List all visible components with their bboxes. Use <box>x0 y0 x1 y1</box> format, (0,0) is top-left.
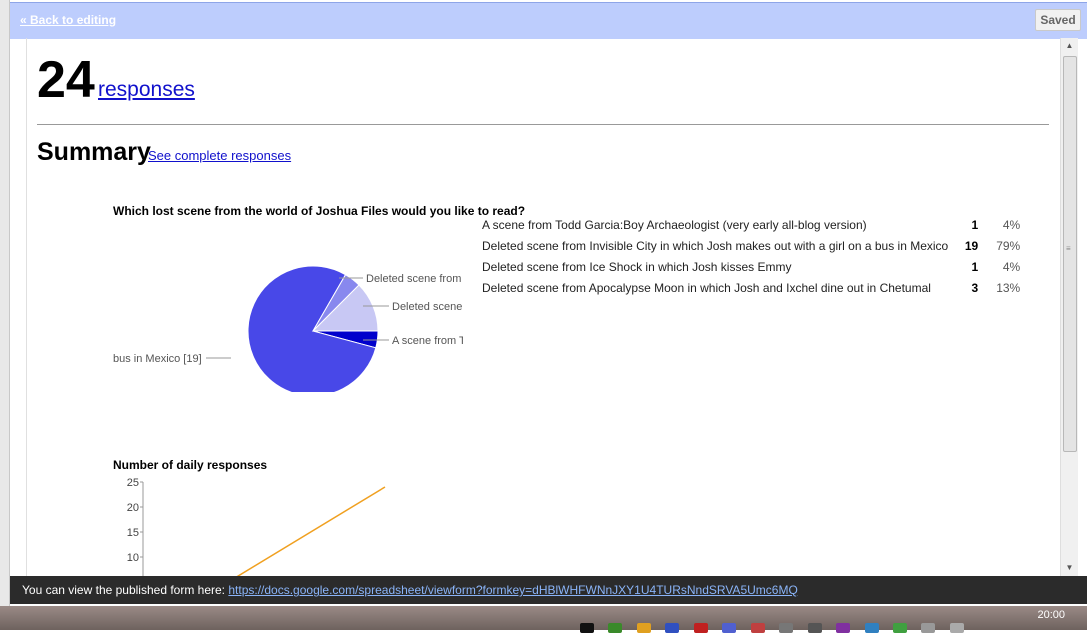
tray-icons <box>580 620 974 633</box>
tray-app-icon[interactable] <box>892 623 907 633</box>
answer-percent: 79% <box>996 239 1021 253</box>
responses-link[interactable]: responses <box>98 78 195 102</box>
published-form-bar: You can view the published form here: ht… <box>10 576 1087 604</box>
table-row: Deleted scene from Apocalypse Moon in wh… <box>482 281 1020 302</box>
tray-app-icon[interactable] <box>580 623 594 633</box>
answer-percent: 13% <box>996 281 1021 295</box>
pie-chart: Deleted scene from Deleted scene from A … <box>113 265 463 392</box>
grip-icon: ≡ <box>1066 244 1071 253</box>
y-tick-label: 10 <box>127 552 139 564</box>
answer-count: 19 <box>964 239 979 253</box>
scroll-down-arrow-icon[interactable]: ▼ <box>1061 560 1078 576</box>
taskbar: 20:00 <box>0 606 1087 633</box>
window-left-edge <box>0 0 10 630</box>
table-row: A scene from Todd Garcia:Boy Archaeologi… <box>482 218 1020 239</box>
answer-label: Deleted scene from Invisible City in whi… <box>482 239 949 253</box>
see-complete-responses-link[interactable]: See complete responses <box>148 148 291 163</box>
tray-app-icon[interactable] <box>864 623 879 633</box>
back-to-editing-link[interactable]: « Back to editing <box>20 13 116 27</box>
scroll-up-arrow-icon[interactable]: ▲ <box>1061 38 1078 54</box>
tray-app-icon[interactable] <box>836 623 851 633</box>
tray-app-icon[interactable] <box>779 623 794 633</box>
table-row: Deleted scene from Ice Shock in which Jo… <box>482 260 1020 281</box>
answer-label: Deleted scene from Apocalypse Moon in wh… <box>482 281 931 295</box>
pie-label: A scene from Todd <box>392 335 463 347</box>
y-tick-label: 20 <box>127 502 139 514</box>
tray-app-icon[interactable] <box>921 623 936 633</box>
tray-app-icon[interactable] <box>722 623 737 633</box>
top-bar: « Back to editing Saved <box>10 2 1087 39</box>
tray-app-icon[interactable] <box>665 623 680 633</box>
answer-count: 3 <box>971 281 979 295</box>
summary-panel: 24 responses Summary See complete respon… <box>26 38 1061 576</box>
response-count: 24 <box>37 51 95 109</box>
saved-button[interactable]: Saved <box>1035 9 1081 31</box>
published-form-text: You can view the published form here: <box>22 583 226 597</box>
tray-app-icon[interactable] <box>949 623 964 633</box>
clock: 20:00 <box>1037 609 1065 621</box>
tray-app-icon[interactable] <box>608 623 623 633</box>
published-form-link[interactable]: https://docs.google.com/spreadsheet/view… <box>228 583 797 597</box>
series-line <box>236 486 386 576</box>
pie-label: bus in Mexico [19] <box>113 353 202 365</box>
tray-app-icon[interactable] <box>693 623 708 633</box>
summary-title: Summary <box>37 138 151 166</box>
scroll-thumb[interactable]: ≡ <box>1063 56 1077 452</box>
answer-label: Deleted scene from Ice Shock in which Jo… <box>482 260 792 274</box>
answer-count: 1 <box>971 260 979 274</box>
answers-table: A scene from Todd Garcia:Boy Archaeologi… <box>482 218 1020 302</box>
tray-app-icon[interactable] <box>636 623 651 633</box>
y-tick-label: 25 <box>127 477 139 489</box>
y-tick-label: 15 <box>127 527 139 539</box>
answer-percent: 4% <box>1002 260 1021 274</box>
tray-app-icon[interactable] <box>807 623 822 633</box>
answer-percent: 4% <box>1002 218 1021 232</box>
answer-count: 1 <box>971 218 979 232</box>
pie-label: Deleted scene from <box>366 273 461 285</box>
daily-responses-chart: 252015105 <box>127 477 386 576</box>
vertical-scrollbar[interactable]: ▲ ≡ ▼ <box>1060 38 1078 576</box>
tray-app-icon[interactable] <box>750 623 765 633</box>
table-row: Deleted scene from Invisible City in whi… <box>482 239 1020 260</box>
pie-label: Deleted scene from <box>392 301 463 313</box>
answer-label: A scene from Todd Garcia:Boy Archaeologi… <box>482 218 867 232</box>
divider <box>37 124 1049 125</box>
question-title: Which lost scene from the world of Joshu… <box>113 204 526 218</box>
